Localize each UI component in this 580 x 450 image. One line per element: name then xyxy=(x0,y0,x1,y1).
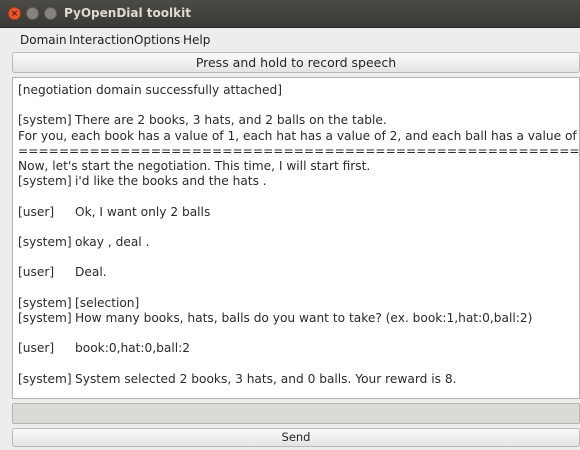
speaker-label: [system] xyxy=(18,174,72,189)
utterance-text: Ok, I want only 2 balls xyxy=(75,204,211,219)
speaker-label: [user] xyxy=(18,204,55,219)
utterance-text: There are 2 books, 3 hats, and 2 balls o… xyxy=(75,113,387,128)
speaker-label: [system] xyxy=(18,295,72,310)
maximize-window-button[interactable] xyxy=(44,7,57,20)
utterance-text: book:0,hat:0,ball:2 xyxy=(75,341,190,356)
menu-domain[interactable]: Domain xyxy=(20,33,67,47)
speaker-label: [user] xyxy=(18,341,55,356)
log-turn: [system] okay , deal . xyxy=(18,235,579,250)
menu-bar: Domain Interaction Options Help xyxy=(0,28,580,50)
utterance-text: i'd like the books and the hats . xyxy=(75,174,267,189)
speaker-label: [system] xyxy=(18,234,72,249)
utterance-text: System selected 2 books, 3 hats, and 0 b… xyxy=(75,371,457,386)
speaker-label: [system] xyxy=(18,310,72,325)
menu-help[interactable]: Help xyxy=(183,33,210,47)
log-turn: [user] book:0,hat:0,ball:2 xyxy=(18,341,579,356)
utterance-text: okay , deal . xyxy=(75,234,150,249)
log-line-start: Now, let's start the negotiation. This t… xyxy=(18,158,371,173)
log-line-values: For you, each book has a value of 1, eac… xyxy=(18,128,580,143)
send-button[interactable]: Send xyxy=(12,428,580,447)
log-separator: ========================================… xyxy=(18,143,579,158)
log-line-intro: [system] There are 2 books, 3 hats, and 2… xyxy=(18,113,579,128)
log-turn: [user] Deal. xyxy=(18,265,579,280)
menu-options[interactable]: Options xyxy=(134,33,180,47)
title-bar: × PyOpenDial toolkit xyxy=(0,0,580,28)
speaker-label: [system] xyxy=(18,113,72,128)
log-turn: [system] How many books, hats, balls do y… xyxy=(18,311,579,326)
utterance-text: [selection] xyxy=(75,295,140,310)
log-turn: [system] [selection] xyxy=(18,296,579,311)
window-title: PyOpenDial toolkit xyxy=(64,6,191,20)
log-turn: [user] Ok, I want only 2 balls xyxy=(18,205,579,220)
log-turn: [system] i'd like the books and the hats … xyxy=(18,174,579,189)
record-speech-button[interactable]: Press and hold to record speech xyxy=(12,52,580,73)
close-window-button[interactable]: × xyxy=(8,7,21,20)
speaker-label: [user] xyxy=(18,265,55,280)
message-input[interactable] xyxy=(12,403,580,424)
utterance-text: Deal. xyxy=(75,265,107,280)
dialogue-log[interactable]: [negotiation domain successfully attache… xyxy=(12,77,580,399)
log-turn: [system] System selected 2 books, 3 hats,… xyxy=(18,372,579,387)
minimize-window-button[interactable] xyxy=(26,7,39,20)
log-line-domain-attached: [negotiation domain successfully attache… xyxy=(18,83,282,97)
utterance-text: How many books, hats, balls do you want … xyxy=(75,310,533,325)
menu-interaction[interactable]: Interaction xyxy=(69,33,134,47)
speaker-label: [system] xyxy=(18,371,72,386)
